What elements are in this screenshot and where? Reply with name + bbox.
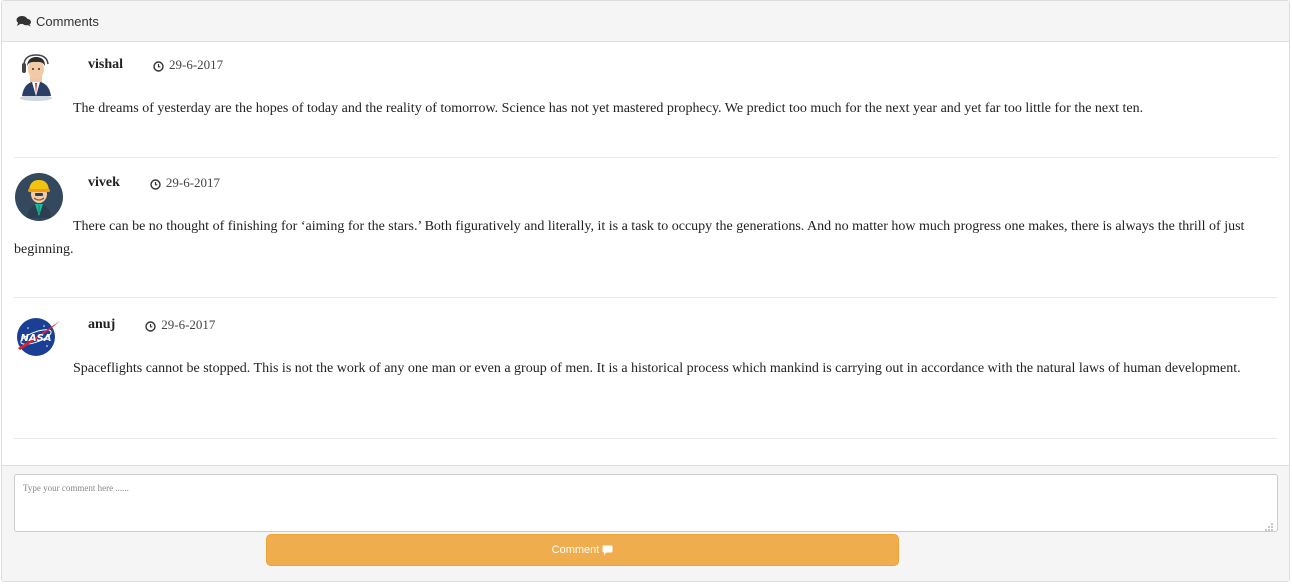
comments-panel: Comments vishal 29-6-2017 The dreams of …	[1, 0, 1290, 582]
comment-date-text: 29-6-2017	[169, 57, 224, 72]
nasa-logo-avatar: NASA	[14, 315, 62, 363]
worker-avatar	[14, 172, 63, 221]
comment-text: The dreams of yesterday are the hopes of…	[73, 101, 1144, 116]
comments-list: vishal 29-6-2017 The dreams of yesterday…	[2, 43, 1289, 465]
businessman-avatar	[14, 52, 62, 101]
resize-handle-icon[interactable]	[1264, 519, 1274, 531]
comment-item: vivek 29-6-2017 There can be no thought …	[14, 157, 1277, 298]
clock-icon	[153, 60, 164, 72]
clock-icon	[150, 178, 161, 190]
comments-icon	[16, 15, 32, 27]
comment-meta: vishal 29-6-2017	[88, 57, 223, 73]
comment-form: Comment	[2, 465, 1289, 581]
comment-meta: anuj 29-6-2017	[88, 317, 215, 333]
clock-icon	[145, 320, 156, 332]
comment-button-label: Comment	[551, 544, 600, 556]
comment-button[interactable]: Comment	[266, 534, 899, 566]
comment-text: There can be no thought of finishing for…	[14, 219, 1245, 257]
comment-item: NASA anuj 29-6-2017 Spaceflights cannot …	[14, 297, 1277, 439]
panel-heading: Comments	[2, 1, 1289, 42]
comment-author: vivek	[88, 175, 120, 190]
comment-text: Spaceflights cannot be stopped. This is …	[73, 361, 1241, 376]
comment-author: vishal	[88, 57, 124, 72]
comment-input[interactable]	[14, 474, 1278, 532]
comment-item: vishal 29-6-2017 The dreams of yesterday…	[14, 43, 1277, 158]
comment-meta: vivek 29-6-2017	[88, 175, 220, 191]
comment-date-text: 29-6-2017	[161, 317, 216, 332]
panel-title: Comments	[36, 13, 99, 29]
comment-author: anuj	[88, 317, 116, 332]
comment-date: 29-6-2017	[150, 175, 220, 191]
comment-bubble-icon	[602, 545, 613, 555]
comment-date: 29-6-2017	[145, 317, 215, 333]
comment-date-text: 29-6-2017	[165, 175, 221, 190]
comment-date: 29-6-2017	[153, 57, 223, 73]
svg-text:NASA: NASA	[20, 333, 51, 344]
